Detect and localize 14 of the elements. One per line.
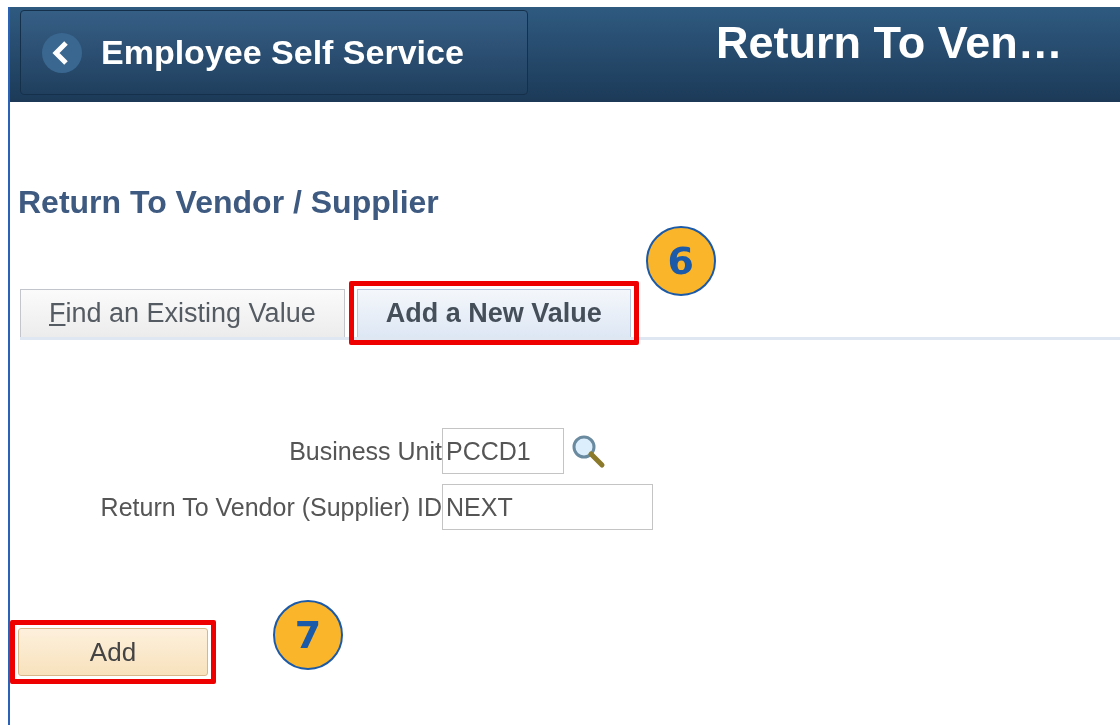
- back-button[interactable]: Employee Self Service: [20, 10, 528, 95]
- step-badge: 7: [273, 600, 343, 670]
- text-field[interactable]: NEXT: [442, 484, 653, 530]
- add-button[interactable]: Add: [18, 628, 208, 676]
- field-label: Business Unit: [289, 436, 442, 466]
- page-title: Return To Ven…: [716, 17, 1063, 69]
- section-heading: Return To Vendor / Supplier: [18, 184, 440, 221]
- tab[interactable]: Add a New Value: [356, 289, 631, 337]
- tab[interactable]: Find an Existing Value: [20, 289, 345, 337]
- step-badge: 6: [645, 226, 716, 296]
- search-icon[interactable]: [570, 433, 606, 469]
- back-icon: [41, 31, 83, 74]
- field-label: Return To Vendor (Supplier) ID: [100, 492, 442, 522]
- text-field[interactable]: PCCD1: [442, 428, 564, 474]
